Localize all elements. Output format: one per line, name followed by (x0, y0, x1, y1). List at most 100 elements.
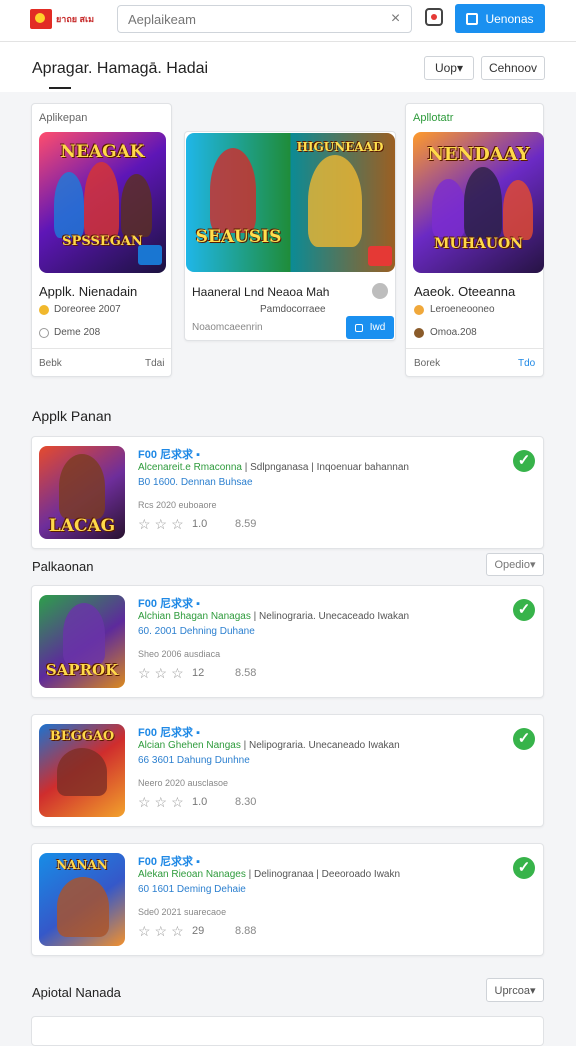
featured-card-left[interactable]: Aplikepan NEAGAK SPSSEGAN Applk. Nienada… (31, 103, 172, 377)
featured-footer-right[interactable]: Tdai (145, 358, 164, 369)
game-artwork[interactable]: SEAUSIS HIGUNEAAD (186, 133, 395, 272)
featured-title: Haaneral Lnd Neaoa Mah (192, 285, 330, 299)
app-tags: | Nelinograria. Unecaceado Iwakan (250, 611, 410, 622)
artwork-subtitle: HIGUNEAAD (296, 140, 384, 154)
page-header: Apragar. Hamagā. Hadai Uop▾ Cehnoov (0, 42, 576, 92)
thumbnail-title: NANAN (56, 858, 108, 872)
app-description: Alcian Ghehen Nangas | Nelipograria. Une… (138, 740, 400, 751)
play-badge-icon (368, 246, 392, 266)
featured-meta: Pamdocorraee (260, 304, 326, 315)
sort-dropdown[interactable]: Uop▾ (424, 56, 474, 80)
featured-footer-left[interactable]: Borek (414, 358, 440, 369)
page-title: Apragar. Hamagā. Hadai (32, 60, 209, 77)
bookmark-icon (466, 12, 479, 25)
download-icon (354, 323, 363, 332)
hero-figure (464, 167, 502, 239)
hero-figure (54, 172, 84, 238)
info-icon[interactable] (372, 283, 388, 299)
primary-action-button[interactable]: Uenonas (455, 4, 545, 33)
app-size: 8.30 (235, 796, 257, 808)
clock-icon (39, 328, 49, 338)
search-input[interactable] (128, 10, 378, 28)
hero-figure (308, 155, 362, 247)
game-artwork[interactable]: NENDAAY MUHAUON (413, 132, 544, 273)
app-category: Alchian Bhagan Nanagas (138, 611, 251, 622)
app-thumbnail[interactable]: SAPROK (39, 595, 125, 688)
app-rating: 12 (192, 667, 205, 679)
app-thumbnail[interactable]: LACAG (39, 446, 125, 539)
featured-footer-right[interactable]: Tdo (518, 358, 535, 369)
verified-check-icon: ✓ (513, 450, 535, 472)
filter-button[interactable]: Cehnoov (481, 56, 545, 80)
app-thumbnail[interactable]: BEGGAO (39, 724, 125, 817)
brand-name: ยาถย สเม (56, 13, 95, 24)
hero-figure (503, 180, 533, 240)
featured-meta: Doreoree 2007 (54, 304, 121, 315)
app-release: Neero 2020 ausclasoe (138, 778, 229, 788)
featured-footer-left[interactable]: Bebk (39, 358, 62, 369)
popular-section-title: Palkaonan (32, 559, 94, 574)
app-meta: B0 1600. Dennan Buhsae (138, 477, 253, 488)
featured-sub: Deme 208 (54, 327, 101, 338)
featured-card-right[interactable]: Apllotatr NENDAAY MUHAUON Aaeok. Oteeann… (405, 103, 544, 377)
artwork-title: SEAUSIS (195, 227, 282, 247)
bottom-sort-dropdown[interactable]: Uprcoa▾ (486, 978, 544, 1002)
featured-label: Apllotatr (413, 112, 454, 124)
brand-mark-icon (30, 9, 52, 29)
record-icon[interactable] (425, 8, 443, 26)
star-icon (39, 305, 49, 315)
hero-figure (57, 877, 109, 937)
app-list-item[interactable]: NANAN F00 尼求求 ▪ Alekan Rieoan Nanages | … (31, 843, 544, 956)
app-release: Rcs 2020 euboaore (138, 500, 217, 510)
artwork-title: NEAGAK (60, 142, 145, 162)
app-release: Sde0 2021 suarecaoe (138, 907, 227, 917)
artwork-title: NENDAAY (427, 144, 530, 165)
next-list-card[interactable] (31, 1016, 544, 1046)
hero-figure (210, 148, 256, 233)
app-description: Alchian Bhagan Nanagas | Nelinograria. U… (138, 611, 409, 622)
featured-title: Applk. Nienadain (39, 284, 138, 299)
app-rating: 29 (192, 925, 205, 937)
hero-figure (121, 174, 152, 237)
card-divider (32, 348, 171, 349)
thumbnail-title: BEGGAO (49, 729, 115, 744)
app-title[interactable]: F00 尼求求 ▪ (138, 595, 200, 611)
app-list-item[interactable]: LACAG F00 尼求求 ▪ Alcenareit.e Rmaconna | … (31, 436, 544, 549)
app-description: Alekan Rieoan Nanages | Delinogranaa | D… (138, 869, 400, 880)
app-list-item[interactable]: SAPROK F00 尼求求 ▪ Alchian Bhagan Nanagas … (31, 585, 544, 698)
clear-search-icon[interactable]: × (388, 11, 403, 27)
app-title[interactable]: F00 尼求求 ▪ (138, 724, 200, 740)
hero-figure (432, 179, 465, 237)
verified-check-icon: ✓ (513, 728, 535, 750)
install-button[interactable]: Iwd (346, 316, 394, 339)
card-divider (406, 348, 543, 349)
star-icon (414, 305, 424, 315)
recommended-section-title: Applk Panan (32, 408, 112, 424)
hero-figure (57, 748, 107, 796)
search-box[interactable]: × (117, 5, 412, 33)
app-title[interactable]: F00 尼求求 ▪ (138, 853, 200, 869)
app-meta: 66 3601 Dahung Dunhne (138, 755, 250, 766)
app-release: Sheo 2006 ausdiaca (138, 649, 221, 659)
app-category: Alcenareit.e Rmaconna (138, 462, 242, 473)
thumbnail-title: LACAG (48, 516, 116, 536)
app-rating: 1.0 (192, 796, 208, 808)
game-artwork[interactable]: NEAGAK SPSSEGAN (39, 132, 166, 273)
top-navigation: ยาถย สเม × Uenonas (0, 0, 576, 42)
verified-check-icon: ✓ (513, 857, 535, 879)
popular-sort-dropdown[interactable]: Opedio▾ (486, 553, 544, 576)
primary-action-label: Uenonas (485, 11, 534, 26)
app-thumbnail[interactable]: NANAN (39, 853, 125, 946)
hero-figure (59, 454, 105, 519)
brand-logo[interactable]: ยาถย สเม (30, 7, 110, 31)
featured-card-center[interactable]: SEAUSIS HIGUNEAAD Haaneral Lnd Neaoa Mah… (184, 131, 396, 341)
app-title[interactable]: F00 尼求求 ▪ (138, 446, 200, 462)
title-underline (49, 87, 71, 89)
featured-meta: Leroeneooneo (430, 304, 495, 315)
rating-stars-icon: ☆☆☆ (138, 923, 188, 939)
featured-title: Aaeok. Oteeanna (414, 284, 516, 299)
featured-sub: Noaomcaeenrin (192, 322, 263, 333)
rating-stars-icon: ☆☆☆ (138, 516, 188, 532)
hero-figure (84, 162, 119, 240)
app-list-item[interactable]: BEGGAO F00 尼求求 ▪ Alcian Ghehen Nangas | … (31, 714, 544, 827)
